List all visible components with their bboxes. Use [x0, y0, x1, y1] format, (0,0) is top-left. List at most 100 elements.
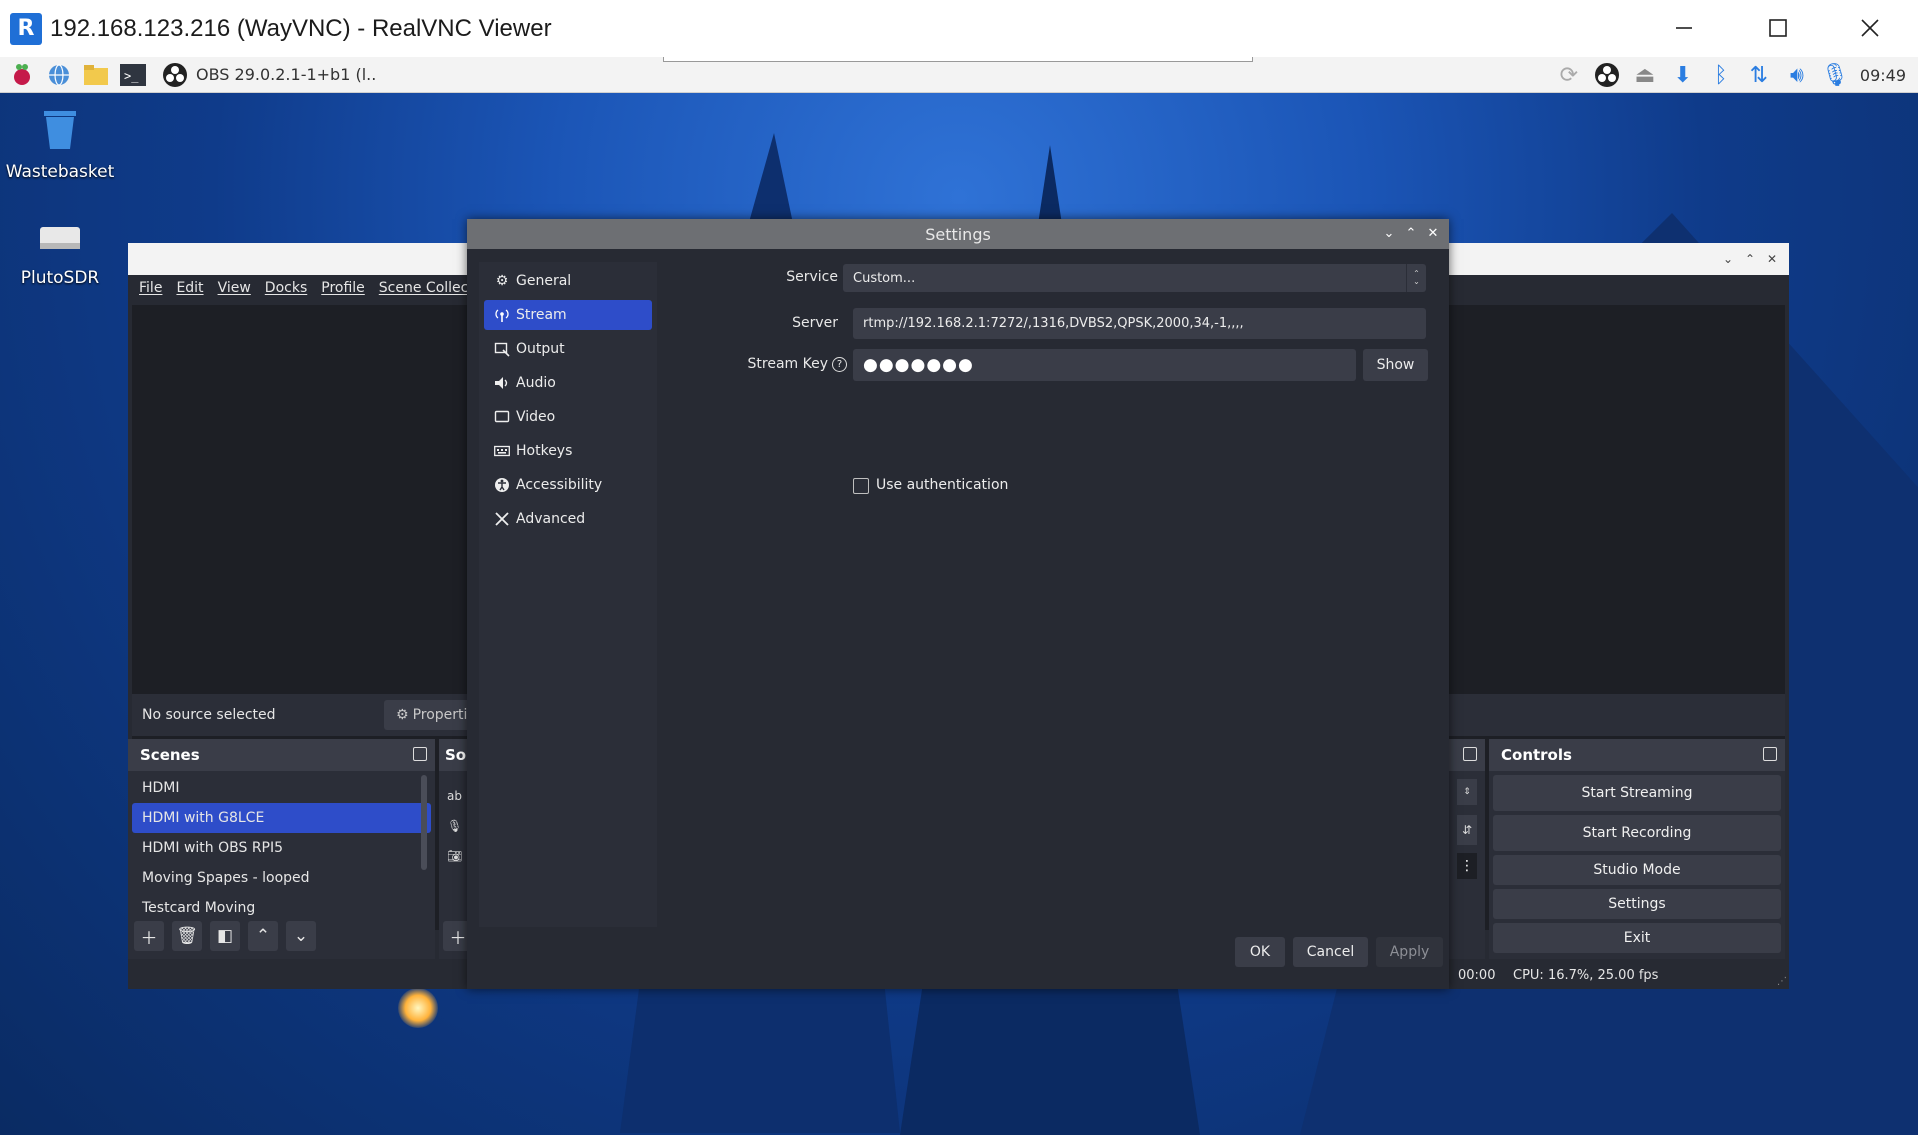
more-options-icon[interactable]: ⋮ — [1457, 853, 1477, 879]
stream-key-label: Stream Key — [747, 356, 829, 372]
cancel-button[interactable]: Cancel — [1293, 937, 1368, 967]
use-authentication-checkbox[interactable] — [853, 478, 869, 494]
pi-taskbar: >_ OBS 29.0.2.1-1+b1 (l.. ⟳ ⏏ ⬇ ᛒ ⇅ 🔊︎ 🎙… — [0, 57, 1918, 93]
close-window-button[interactable] — [1848, 8, 1892, 48]
remove-scene-button[interactable]: 🗑︎ — [172, 921, 202, 951]
obs-close-button[interactable]: ✕ — [1761, 248, 1783, 270]
settings-close-button[interactable]: ✕ — [1423, 223, 1443, 243]
scenes-dock: Scenes HDMI HDMI with G8LCE HDMI with OB… — [128, 739, 435, 959]
nav-hotkeys[interactable]: Hotkeys — [484, 436, 652, 466]
service-label: Service — [786, 269, 838, 285]
add-scene-button[interactable]: ＋ — [134, 921, 164, 951]
nav-audio[interactable]: Audio — [484, 368, 652, 398]
menu-view[interactable]: View — [211, 280, 258, 296]
studio-mode-button[interactable]: Studio Mode — [1493, 855, 1781, 885]
desktop-item-wastebasket[interactable]: Wastebasket — [0, 107, 120, 182]
menu-file[interactable]: File — [132, 280, 169, 296]
start-streaming-button[interactable]: Start Streaming — [1493, 775, 1781, 811]
resize-grip-icon[interactable]: ⋰ — [1777, 976, 1787, 987]
service-select[interactable]: Custom... ⌃ ⌄ — [843, 264, 1426, 292]
trash-icon: 🗑︎ — [176, 926, 198, 946]
nav-general[interactable]: ⚙ General — [484, 266, 652, 296]
scene-list: HDMI HDMI with G8LCE HDMI with OBS RPI5 … — [128, 771, 435, 923]
scene-filters-button[interactable]: ◧ — [210, 921, 240, 951]
realvnc-logo-icon: R — [10, 12, 42, 45]
system-tray: ⟳ ⏏ ⬇ ᛒ ⇅ 🔊︎ 🎙︎ 09:49 — [1550, 57, 1918, 93]
dock-float-icon[interactable] — [1463, 747, 1477, 761]
sources-dock-header: So — [439, 739, 469, 771]
audio-source-icon: 🎙︎ — [447, 819, 463, 833]
spinbox-chevrons-icon[interactable]: ⇕ — [1457, 779, 1477, 805]
scenes-dock-header: Scenes — [128, 739, 435, 771]
move-scene-up-button[interactable]: ⌃ — [248, 921, 278, 951]
text-source-icon: ab — [447, 789, 462, 803]
bluetooth-icon[interactable]: ᛒ — [1702, 57, 1740, 93]
maximize-button[interactable] — [1756, 8, 1800, 48]
close-icon: ✕ — [1427, 225, 1439, 241]
dock-float-icon[interactable] — [1763, 747, 1777, 761]
nav-output[interactable]: Output — [484, 334, 652, 364]
scene-item[interactable]: Testcard Moving — [132, 893, 431, 923]
scene-item[interactable]: Moving Spapes - looped — [132, 863, 431, 893]
volume-icon[interactable]: 🔊︎ — [1778, 57, 1816, 93]
nav-label: Output — [516, 341, 565, 357]
sources-title: So — [445, 746, 467, 764]
obs-taskbar-label[interactable]: OBS 29.0.2.1-1+b1 (l.. — [196, 65, 376, 84]
chevron-up-icon: ⌃ — [255, 926, 271, 946]
stream-key-input[interactable]: ●●●●●●● — [853, 349, 1356, 381]
scenes-scrollbar[interactable] — [421, 775, 427, 870]
wastebasket-label: Wastebasket — [5, 162, 115, 182]
eject-icon[interactable]: ⏏ — [1626, 57, 1664, 93]
terminal-icon[interactable]: >_ — [118, 61, 148, 89]
move-scene-down-button[interactable]: ⌄ — [286, 921, 316, 951]
network-icon[interactable]: ⇅ — [1740, 57, 1778, 93]
obs-maximize-button[interactable]: ⌃ — [1739, 248, 1761, 270]
menu-profile[interactable]: Profile — [314, 280, 372, 296]
raspberry-menu-icon[interactable] — [7, 61, 37, 89]
service-value: Custom... — [853, 270, 916, 286]
ok-button[interactable]: OK — [1235, 937, 1285, 967]
browser-icon[interactable] — [44, 61, 74, 89]
server-input[interactable]: rtmp://192.168.2.1:7272/,1316,DVBS2,QPSK… — [853, 308, 1426, 339]
transition-updown-icon[interactable]: ⇵ — [1457, 815, 1477, 845]
no-source-label: No source selected — [142, 707, 276, 723]
sync-icon[interactable]: ⟳ — [1550, 57, 1588, 93]
source-type-icons: ab 🎙︎ 📷︎ — [439, 771, 469, 871]
settings-dialog: Settings ⌄ ⌃ ✕ ⚙ General Stream Output A… — [467, 219, 1449, 989]
exit-button[interactable]: Exit — [1493, 923, 1781, 953]
obs-minimize-button[interactable]: ⌄ — [1717, 248, 1739, 270]
apply-button[interactable]: Apply — [1376, 937, 1443, 967]
wastebasket-icon — [44, 111, 76, 149]
settings-button[interactable]: Settings — [1493, 889, 1781, 919]
download-icon[interactable]: ⬇ — [1664, 57, 1702, 93]
status-time: 00:00 — [1458, 968, 1496, 983]
start-recording-button[interactable]: Start Recording — [1493, 815, 1781, 851]
scene-item-selected[interactable]: HDMI with G8LCE — [132, 803, 431, 833]
nav-advanced[interactable]: Advanced — [484, 504, 652, 534]
minimize-button[interactable] — [1662, 8, 1706, 48]
maximize-icon — [1769, 19, 1787, 37]
help-icon[interactable]: ? — [832, 356, 847, 372]
microphone-icon[interactable]: 🎙︎ — [1816, 57, 1854, 93]
server-value: rtmp://192.168.2.1:7272/,1316,DVBS2,QPSK… — [863, 316, 1244, 331]
server-label: Server — [792, 315, 838, 331]
menu-edit[interactable]: Edit — [169, 280, 210, 296]
nav-label: Audio — [516, 375, 556, 391]
settings-minimize-button[interactable]: ⌄ — [1379, 223, 1399, 243]
desktop-item-plutosdr[interactable]: PlutoSDR — [0, 221, 120, 288]
settings-maximize-button[interactable]: ⌃ — [1401, 223, 1421, 243]
obs-taskbar-icon[interactable] — [160, 61, 190, 89]
scene-item[interactable]: HDMI — [132, 773, 431, 803]
nav-accessibility[interactable]: Accessibility — [484, 470, 652, 500]
scene-item[interactable]: HDMI with OBS RPI5 — [132, 833, 431, 863]
nav-video[interactable]: Video — [484, 402, 652, 432]
use-authentication-label[interactable]: Use authentication — [876, 477, 1008, 493]
dock-float-icon[interactable] — [413, 747, 427, 761]
file-manager-icon[interactable] — [81, 61, 111, 89]
nav-stream[interactable]: Stream — [484, 300, 652, 330]
obs-tray-icon[interactable] — [1588, 57, 1626, 93]
show-key-button[interactable]: Show — [1363, 349, 1428, 381]
menu-docks[interactable]: Docks — [258, 280, 314, 296]
speaker-icon — [492, 375, 512, 391]
controls-dock-header: Controls — [1489, 739, 1785, 771]
